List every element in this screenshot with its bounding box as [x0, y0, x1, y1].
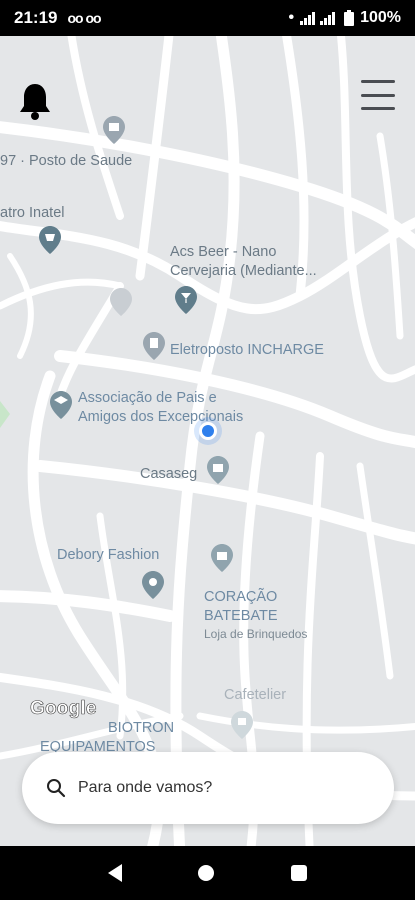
shopping-pin-icon	[110, 288, 132, 316]
google-logo: Google	[30, 698, 97, 720]
location-pin-icon[interactable]	[142, 571, 164, 599]
status-time: 21:19	[14, 8, 58, 27]
poi-label[interactable]: Cafetelier	[224, 687, 286, 704]
alarm-dot-icon: •	[288, 9, 295, 26]
battery-icon	[344, 10, 355, 26]
poi-label[interactable]: Debory Fashion	[57, 547, 159, 564]
poi-label[interactable]: BATEBATE	[204, 608, 278, 625]
charging-pin-icon[interactable]	[143, 332, 165, 360]
poi-label[interactable]: BIOTRON	[108, 720, 174, 737]
theater-pin-icon[interactable]	[39, 226, 61, 254]
destination-search-box[interactable]: Para onde vamos?	[22, 752, 394, 824]
poi-sublabel: Loja de Brinquedos	[204, 627, 308, 641]
poi-label[interactable]: 97 · Posto de Saude	[0, 153, 132, 170]
android-nav-bar	[0, 846, 415, 900]
signal-icon	[300, 12, 336, 25]
poi-label[interactable]: CORAÇÃO	[204, 589, 277, 606]
poi-label[interactable]: Cervejaria (Mediante...	[170, 263, 317, 280]
search-placeholder[interactable]: Para onde vamos?	[78, 779, 212, 797]
cafe-pin-icon[interactable]	[231, 711, 253, 739]
poi-label[interactable]: Casaseg	[140, 466, 197, 483]
toy-store-pin-icon[interactable]	[211, 544, 233, 572]
home-icon[interactable]	[198, 865, 215, 881]
status-bar: 21:19 oo oo • 100%	[0, 0, 415, 36]
hospital-pin-icon[interactable]	[103, 116, 125, 144]
poi-label[interactable]: Eletroposto INCHARGE	[170, 342, 324, 359]
back-icon[interactable]	[108, 864, 123, 882]
bell-icon[interactable]	[18, 82, 52, 120]
voicemail-icon: oo oo	[67, 10, 101, 26]
bar-pin-icon[interactable]	[175, 286, 197, 314]
battery-percent: 100%	[360, 9, 401, 26]
poi-label[interactable]: atro Inatel	[0, 205, 65, 222]
search-icon	[47, 779, 66, 798]
school-pin-icon[interactable]	[50, 391, 72, 419]
poi-label[interactable]: Associação de Pais e	[78, 390, 217, 407]
current-location-marker	[199, 422, 217, 440]
poi-label[interactable]: Amigos dos Excepcionais	[78, 409, 243, 426]
menu-icon[interactable]	[361, 80, 395, 110]
shopping-bag-pin-icon[interactable]	[207, 456, 229, 484]
poi-label[interactable]: Acs Beer - Nano	[170, 244, 276, 261]
recents-icon[interactable]	[290, 865, 307, 881]
map-view[interactable]: 97 · Posto de Saude atro Inatel Acs Beer…	[0, 36, 415, 846]
